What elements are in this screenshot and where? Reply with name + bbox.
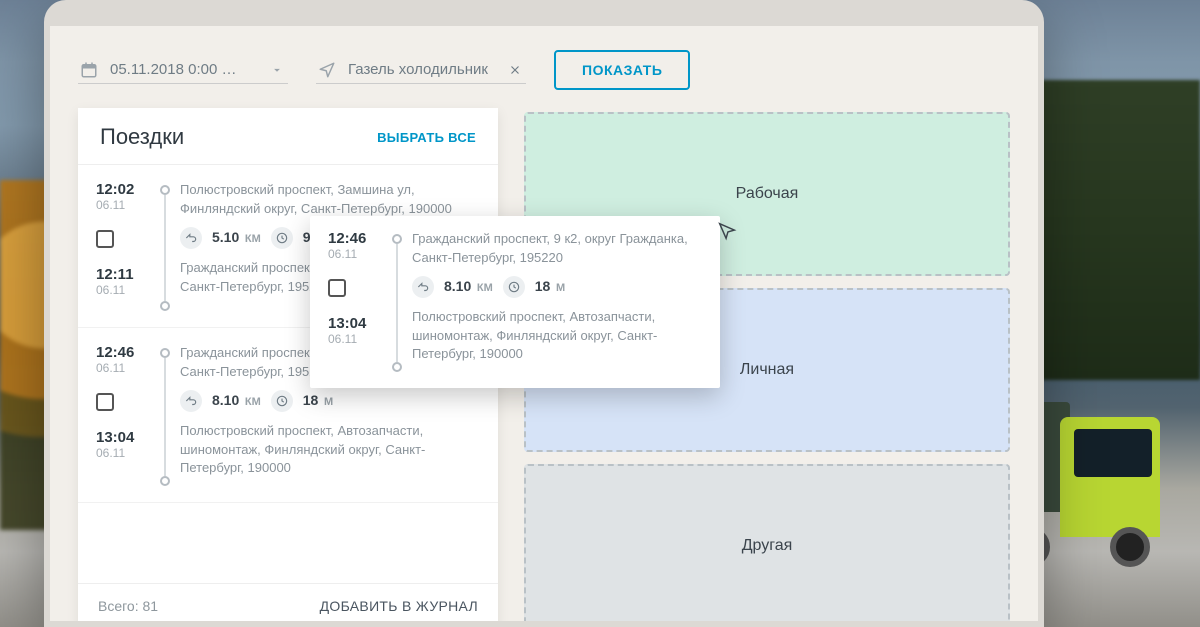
drag-to-address: Полюстровский проспект, Автозапчасти, ши… xyxy=(412,308,702,365)
trip-checkbox[interactable] xyxy=(96,393,114,411)
select-all-link[interactable]: ВЫБРАТЬ ВСЕ xyxy=(377,130,476,145)
route-icon xyxy=(180,227,202,249)
drag-end-date: 06.11 xyxy=(328,332,357,346)
drag-start-time: 12:46 xyxy=(328,230,366,247)
trip-distance: 5.10 xyxy=(212,229,239,245)
show-button[interactable]: ПОКАЗАТЬ xyxy=(554,50,690,90)
clear-icon[interactable] xyxy=(506,61,524,79)
category-other[interactable]: Другая xyxy=(524,464,1010,627)
cursor-icon xyxy=(716,220,738,247)
trip-start-date: 06.11 xyxy=(96,361,125,375)
clock-icon xyxy=(271,227,293,249)
trip-end-date: 06.11 xyxy=(96,446,125,460)
add-to-journal-button[interactable]: ДОБАВИТЬ В ЖУРНАЛ xyxy=(320,598,478,614)
trip-start-time: 12:46 xyxy=(96,344,134,361)
drag-distance: 8.10 xyxy=(444,278,471,294)
trip-distance: 8.10 xyxy=(212,392,239,408)
trip-start-date: 06.11 xyxy=(96,198,125,212)
trips-total: Всего: 81 xyxy=(98,598,158,614)
trip-end-time: 13:04 xyxy=(96,429,134,446)
chevron-down-icon xyxy=(268,61,286,79)
calendar-icon xyxy=(80,61,98,79)
trip-duration: 18 xyxy=(303,392,319,408)
trip-to-address: Полюстровский проспект, Автозапчасти, ши… xyxy=(180,422,484,479)
category-personal-label: Личная xyxy=(740,361,794,379)
drag-from-address: Гражданский проспект, 9 к2, округ Гражда… xyxy=(412,230,702,268)
date-value: 05.11.2018 0:00 … xyxy=(110,61,237,78)
route-icon xyxy=(412,276,434,298)
category-other-label: Другая xyxy=(742,537,793,555)
trip-from-address: Полюстровский проспект, Замшина ул, Финл… xyxy=(180,181,484,219)
clock-icon xyxy=(271,390,293,412)
trip-start-time: 12:02 xyxy=(96,181,134,198)
trips-title: Поездки xyxy=(100,124,184,150)
location-arrow-icon xyxy=(318,61,336,79)
filter-bar: 05.11.2018 0:00 … Газель холодильник ПОК… xyxy=(78,44,1010,108)
vehicle-field[interactable]: Газель холодильник xyxy=(316,57,526,84)
drag-checkbox[interactable] xyxy=(328,279,346,297)
trip-drag-preview[interactable]: 12:46 06.11 13:04 06.11 Гражданский прос… xyxy=(310,216,720,388)
vehicle-value: Газель холодильник xyxy=(348,61,488,78)
clock-icon xyxy=(503,276,525,298)
trip-end-date: 06.11 xyxy=(96,283,125,297)
trip-checkbox[interactable] xyxy=(96,230,114,248)
route-icon xyxy=(180,390,202,412)
trip-end-time: 12:11 xyxy=(96,266,134,283)
drag-duration: 18 xyxy=(535,278,551,294)
drag-end-time: 13:04 xyxy=(328,315,366,332)
category-work-label: Рабочая xyxy=(736,185,799,203)
date-field[interactable]: 05.11.2018 0:00 … xyxy=(78,57,288,84)
drag-start-date: 06.11 xyxy=(328,247,357,261)
